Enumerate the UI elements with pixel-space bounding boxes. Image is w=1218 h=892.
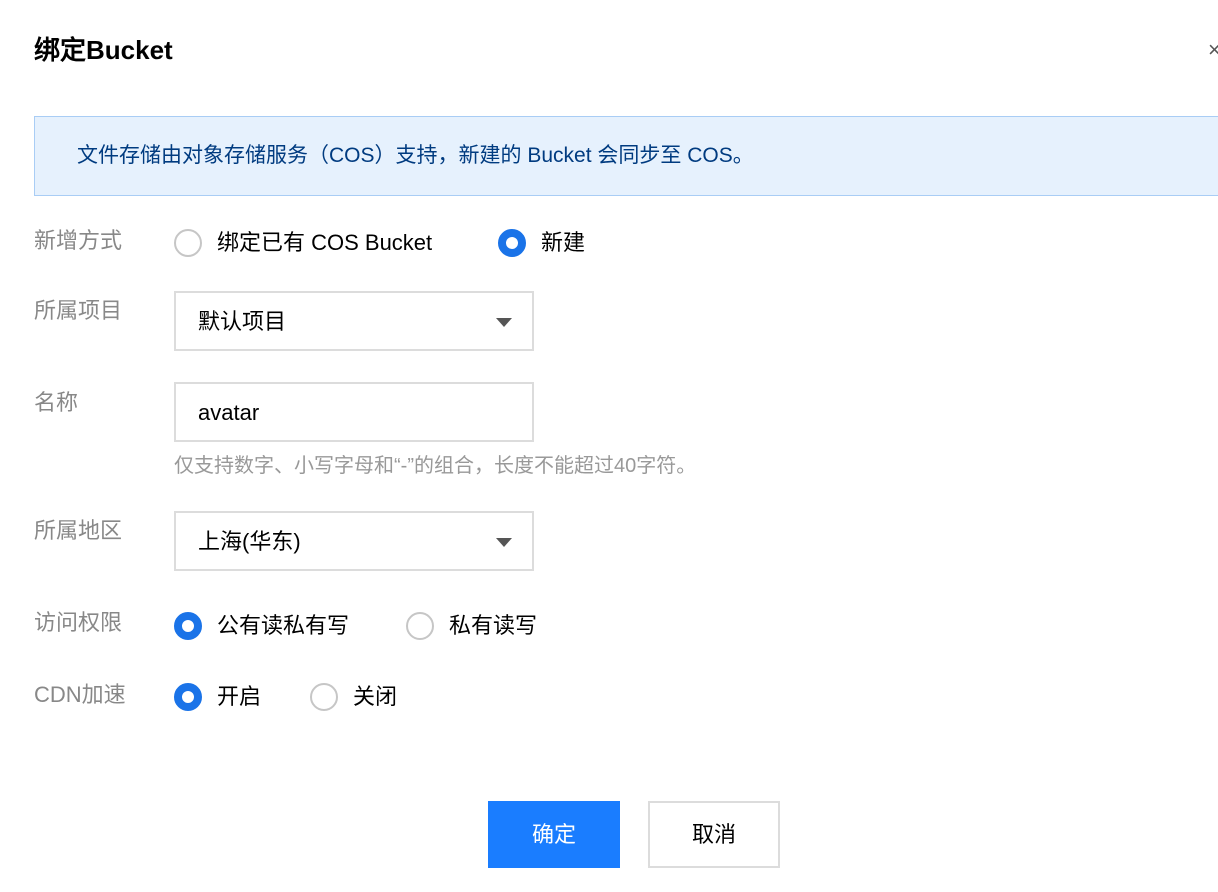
- chevron-down-icon: [496, 538, 512, 547]
- radio-private-rw-label: 私有读写: [449, 613, 538, 638]
- radio-create-new-circle[interactable]: [498, 229, 526, 257]
- radio-bind-existing[interactable]: 绑定已有 COS Bucket: [174, 228, 432, 258]
- radio-bind-existing-label: 绑定已有 COS Bucket: [217, 230, 433, 255]
- radio-cdn-off[interactable]: 关闭: [310, 682, 397, 712]
- radio-cdn-off-circle[interactable]: [310, 683, 338, 711]
- project-select[interactable]: 默认项目: [174, 291, 534, 351]
- project-label: 所属项目: [34, 298, 123, 323]
- radio-cdn-on-circle[interactable]: [174, 683, 202, 711]
- confirm-button[interactable]: 确定: [488, 801, 620, 868]
- radio-public-read-circle[interactable]: [174, 612, 202, 640]
- name-input-value[interactable]: avatar: [198, 398, 259, 428]
- radio-cdn-on-label: 开启: [217, 684, 262, 709]
- radio-public-read[interactable]: 公有读私有写: [174, 611, 349, 641]
- cancel-button[interactable]: 取消: [648, 801, 780, 868]
- radio-private-rw[interactable]: 私有读写: [406, 611, 537, 641]
- radio-create-new[interactable]: 新建: [498, 228, 585, 258]
- name-hint: 仅支持数字、小写字母和“-”的组合，长度不能超过40字符。: [174, 455, 697, 477]
- region-select-value: 上海(华东): [198, 529, 301, 554]
- info-banner-text: 文件存储由对象存储服务（COS）支持，新建的 Bucket 会同步至 COS。: [77, 144, 754, 167]
- region-label: 所属地区: [34, 518, 123, 543]
- radio-bind-existing-circle[interactable]: [174, 229, 202, 257]
- project-select-value: 默认项目: [198, 309, 287, 334]
- chevron-down-icon: [496, 318, 512, 327]
- radio-cdn-on[interactable]: 开启: [174, 682, 261, 712]
- add-method-label: 新增方式: [34, 228, 123, 253]
- name-label: 名称: [34, 390, 79, 415]
- radio-cdn-off-label: 关闭: [353, 684, 398, 709]
- access-label: 访问权限: [34, 610, 123, 635]
- cdn-label: CDN加速: [34, 682, 126, 707]
- name-input[interactable]: avatar: [174, 382, 534, 442]
- dialog-title: 绑定Bucket: [34, 35, 173, 65]
- radio-public-read-label: 公有读私有写: [217, 613, 350, 638]
- close-icon[interactable]: ×: [1208, 38, 1218, 62]
- region-select[interactable]: 上海(华东): [174, 511, 534, 571]
- info-banner: 文件存储由对象存储服务（COS）支持，新建的 Bucket 会同步至 COS。: [34, 116, 1218, 196]
- radio-private-rw-circle[interactable]: [406, 612, 434, 640]
- radio-create-new-label: 新建: [541, 230, 586, 255]
